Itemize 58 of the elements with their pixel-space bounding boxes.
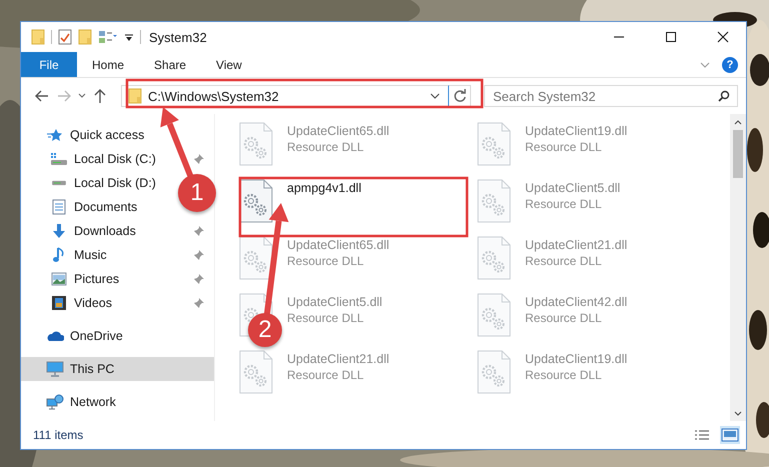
sidebar-item[interactable]: Music [21,243,214,267]
customize-caret-icon[interactable] [124,32,134,42]
ribbon-tab[interactable]: View [201,52,257,77]
dll-file-icon[interactable] [239,179,273,223]
sidebar-item[interactable]: OneDrive [21,324,127,348]
properties-icon[interactable] [58,29,72,45]
pin-icon[interactable] [194,226,204,236]
ribbon-tab[interactable]: Home [77,52,140,77]
sidebar-item[interactable]: This PC [21,357,214,381]
refresh-icon[interactable] [449,85,471,107]
address-path: C:\Windows\System32 [148,88,279,104]
cloud-icon [45,330,65,342]
drive-icon [49,152,69,166]
sidebar-item[interactable]: Downloads [21,219,214,243]
scroll-thumb[interactable] [733,130,743,178]
ribbon-tab[interactable]: Share [139,52,202,77]
pin-icon[interactable] [194,274,204,284]
window-title: System32 [149,30,207,44]
scrollbar[interactable] [730,114,746,421]
sidebar-item[interactable]: Videos [21,291,214,315]
new-folder-icon[interactable] [78,29,92,45]
dropdown-caret-icon[interactable] [430,93,440,99]
sidebar-item[interactable]: Network [21,390,120,414]
network-icon [45,394,65,410]
file-type: Resource DLL [525,140,603,154]
file-type: Resource DLL [525,197,603,211]
file-name[interactable]: apmpg4v1.dll [287,181,362,195]
file-type: Resource DLL [287,311,365,325]
file-type: Resource DLL [525,254,603,268]
star-icon [45,128,65,142]
search-field[interactable]: Search System32 [484,85,738,107]
pin-icon[interactable] [194,298,204,308]
sidebar-item[interactable]: Quick access [21,123,148,147]
address-field[interactable]: C:\Windows\System32 [121,85,449,107]
monitor-icon [45,361,65,377]
folder-icon[interactable] [31,29,45,45]
file-type: Resource DLL [287,254,365,268]
sidebar-item[interactable]: Documents [21,195,142,219]
drive-icon [49,180,69,186]
folder-icon [128,88,142,104]
search-icon[interactable] [718,90,730,102]
sidebar-item[interactable]: Pictures [21,267,214,291]
pin-icon[interactable] [194,250,204,260]
film-icon [49,295,69,311]
file-type: Resource DLL [525,311,603,325]
dll-file-icon[interactable] [239,236,273,280]
view-icon[interactable] [98,30,118,44]
help-button[interactable]: ? [722,56,738,72]
sidebar-item[interactable]: Local Disk (C:) [21,147,214,171]
file-type: Resource DLL [287,368,365,382]
pin-icon[interactable] [194,154,204,164]
sidebar-item[interactable]: Local Disk (D:) [21,171,160,195]
large-icons-view-icon[interactable] [720,426,740,444]
file-type: Resource DLL [525,368,603,382]
picture-icon [49,272,69,286]
item-count: 111 items [33,428,84,442]
file-type: Resource DLL [287,140,365,154]
file-tab[interactable]: File [21,52,77,77]
